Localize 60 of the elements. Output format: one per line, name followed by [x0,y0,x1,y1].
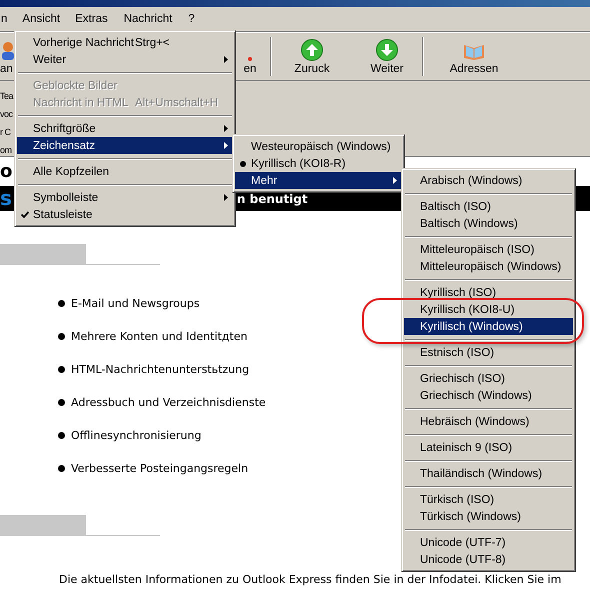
toolbar-button[interactable]: Adressen [424,33,524,80]
folder-label[interactable]: voc [0,105,13,123]
menu-item[interactable]: Estnisch (ISO) [404,344,573,361]
bullet-icon [58,465,65,472]
info-text: Die aktuellsten Informationen zu Outlook Express finden Sie in der Infodatei. Klicken Sie im [58,573,562,586]
feature-text: Offlinesynchronisierung [71,429,202,442]
menu-item[interactable]: Kyrillisch (KOI8-R) [235,155,402,172]
menu-item[interactable]: Thailändisch (Windows) [404,465,573,482]
menu-item[interactable]: Türkisch (Windows) [404,508,573,525]
menu-item[interactable]: Vorherige NachrichtStrg+< [17,34,233,51]
menu-item[interactable]: Hebräisch (Windows) [404,413,573,430]
logo-fragment: s [0,186,12,211]
bullet-icon [58,333,65,340]
menu-item[interactable]: Symbolleiste [17,189,233,206]
menu-item[interactable]: Unicode (UTF-7) [404,534,573,551]
menu-item[interactable]: Kyrillisch (KOI8-U) [404,301,573,318]
menu-item[interactable]: Baltisch (Windows) [404,215,573,232]
feature-text: E-Mail und Newsgroups [71,297,200,310]
toolbar-button[interactable]: Weiter [352,33,422,80]
menu-item[interactable]: Alle Kopfzeilen [17,163,233,180]
menu-item[interactable]: Weiter [17,51,233,68]
menu-item[interactable]: Kyrillisch (Windows) [404,318,573,335]
menu-item[interactable]: Mitteleuropäisch (ISO) [404,241,573,258]
bullet-icon [58,366,65,373]
menu-item[interactable]: Statusleiste [17,206,233,223]
menu-item[interactable]: Baltisch (ISO) [404,198,573,215]
menu-item[interactable]: Schriftgröße [17,120,233,137]
menu-title[interactable]: Nachricht [116,10,180,28]
toolbar-button[interactable]: en [230,33,270,80]
menu-item[interactable]: Westeuropäisch (Windows) [235,138,402,155]
menu-title[interactable]: ? [181,10,202,28]
people-icon [0,41,14,61]
toolbar-button[interactable]: an [0,33,18,80]
banner-text: n benutigt [236,192,308,206]
menu-item[interactable]: Unicode (UTF-8) [404,551,573,568]
menu-title[interactable]: Ansicht [16,11,66,27]
feature-text: HTML-Nachrichtenunterstьtzung [71,363,250,376]
menu-item[interactable]: Kyrillisch (ISO) [404,284,573,301]
feature-text: Adressbuch und Verzeichnisdienste [71,396,266,409]
menu-item[interactable]: Türkisch (ISO) [404,491,573,508]
menu-item[interactable]: Arabisch (Windows) [404,172,573,189]
menu-title[interactable]: n [0,10,14,28]
bullet-icon [58,432,65,439]
bullet-icon [58,399,65,406]
arrow-up-icon [301,39,323,61]
menu-item[interactable]: Griechisch (Windows) [404,387,573,404]
arrow-down-icon [376,39,398,61]
menu-item[interactable]: Lateinisch 9 (ISO) [404,439,573,456]
toolbar-button[interactable]: Zuruck [272,33,352,80]
menu-item[interactable]: Griechisch (ISO) [404,370,573,387]
menu-item[interactable]: Mitteleuropäisch (Windows) [404,258,573,275]
menu-title[interactable]: Extras [68,10,115,28]
folder-label[interactable]: om [0,141,12,159]
folder-label[interactable]: Tea [0,87,14,105]
folder-label[interactable]: r C [0,123,10,141]
feature-text: Verbesserte Posteingangsregeln [71,462,248,475]
menu-item[interactable]: Mehr [235,172,402,189]
menu-item[interactable]: Zeichensatz [17,137,233,154]
feature-text: Mehrere Konten und Identitдten [71,330,248,343]
bullet-icon [58,300,65,307]
